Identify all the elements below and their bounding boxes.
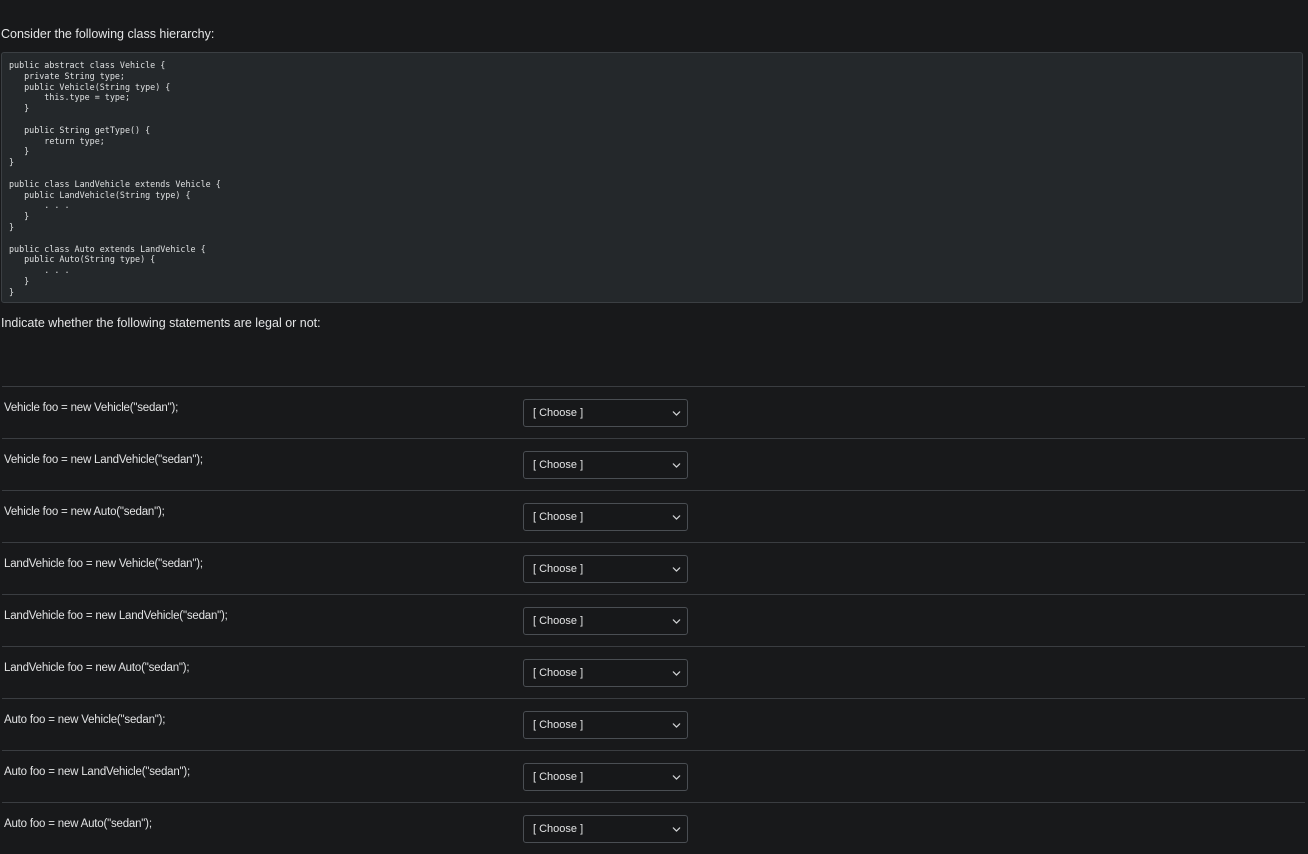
intro-text: Consider the following class hierarchy: bbox=[1, 27, 215, 41]
statement-text: LandVehicle foo = new LandVehicle("sedan… bbox=[4, 610, 228, 622]
legality-select[interactable]: [ Choose ] bbox=[523, 451, 688, 479]
select-value: [ Choose ] bbox=[533, 407, 584, 419]
code-block: public abstract class Vehicle { private … bbox=[1, 52, 1303, 303]
question-row: Auto foo = new Auto("sedan"); [ Choose ] bbox=[2, 802, 1305, 854]
chevron-down-icon bbox=[672, 515, 681, 520]
statement-text: LandVehicle foo = new Auto("sedan"); bbox=[4, 662, 190, 674]
question-row: LandVehicle foo = new Auto("sedan"); [ C… bbox=[2, 646, 1305, 698]
select-value: [ Choose ] bbox=[533, 823, 584, 835]
legality-select[interactable]: [ Choose ] bbox=[523, 399, 688, 427]
select-value: [ Choose ] bbox=[533, 719, 584, 731]
chevron-down-icon bbox=[672, 671, 681, 676]
select-value: [ Choose ] bbox=[533, 563, 584, 575]
legality-select[interactable]: [ Choose ] bbox=[523, 659, 688, 687]
select-value: [ Choose ] bbox=[533, 615, 584, 627]
legality-select[interactable]: [ Choose ] bbox=[523, 763, 688, 791]
statement-text: Auto foo = new LandVehicle("sedan"); bbox=[4, 766, 191, 778]
instruction-text: Indicate whether the following statement… bbox=[1, 316, 321, 330]
statement-text: Vehicle foo = new Vehicle("sedan"); bbox=[4, 402, 179, 414]
statement-text: Vehicle foo = new LandVehicle("sedan"); bbox=[4, 454, 203, 466]
question-row: LandVehicle foo = new Vehicle("sedan"); … bbox=[2, 542, 1305, 594]
question-row: Auto foo = new Vehicle("sedan"); [ Choos… bbox=[2, 698, 1305, 750]
select-value: [ Choose ] bbox=[533, 667, 584, 679]
chevron-down-icon bbox=[672, 411, 681, 416]
statement-text: Vehicle foo = new Auto("sedan"); bbox=[4, 506, 165, 518]
select-value: [ Choose ] bbox=[533, 459, 584, 471]
legality-select[interactable]: [ Choose ] bbox=[523, 503, 688, 531]
question-row: Vehicle foo = new Auto("sedan"); [ Choos… bbox=[2, 490, 1305, 542]
chevron-down-icon bbox=[672, 619, 681, 624]
question-row: Auto foo = new LandVehicle("sedan"); [ C… bbox=[2, 750, 1305, 802]
legality-select[interactable]: [ Choose ] bbox=[523, 711, 688, 739]
question-list: Vehicle foo = new Vehicle("sedan"); [ Ch… bbox=[2, 386, 1305, 854]
chevron-down-icon bbox=[672, 827, 681, 832]
select-value: [ Choose ] bbox=[533, 511, 584, 523]
chevron-down-icon bbox=[672, 463, 681, 468]
legality-select[interactable]: [ Choose ] bbox=[523, 555, 688, 583]
chevron-down-icon bbox=[672, 723, 681, 728]
chevron-down-icon bbox=[672, 567, 681, 572]
code-text: public abstract class Vehicle { private … bbox=[9, 60, 221, 297]
legality-select[interactable]: [ Choose ] bbox=[523, 607, 688, 635]
statement-text: Auto foo = new Vehicle("sedan"); bbox=[4, 714, 166, 726]
question-row: LandVehicle foo = new LandVehicle("sedan… bbox=[2, 594, 1305, 646]
chevron-down-icon bbox=[672, 775, 681, 780]
statement-text: LandVehicle foo = new Vehicle("sedan"); bbox=[4, 558, 203, 570]
question-row: Vehicle foo = new Vehicle("sedan"); [ Ch… bbox=[2, 386, 1305, 438]
question-row: Vehicle foo = new LandVehicle("sedan"); … bbox=[2, 438, 1305, 490]
select-value: [ Choose ] bbox=[533, 771, 584, 783]
legality-select[interactable]: [ Choose ] bbox=[523, 815, 688, 843]
statement-text: Auto foo = new Auto("sedan"); bbox=[4, 818, 152, 830]
